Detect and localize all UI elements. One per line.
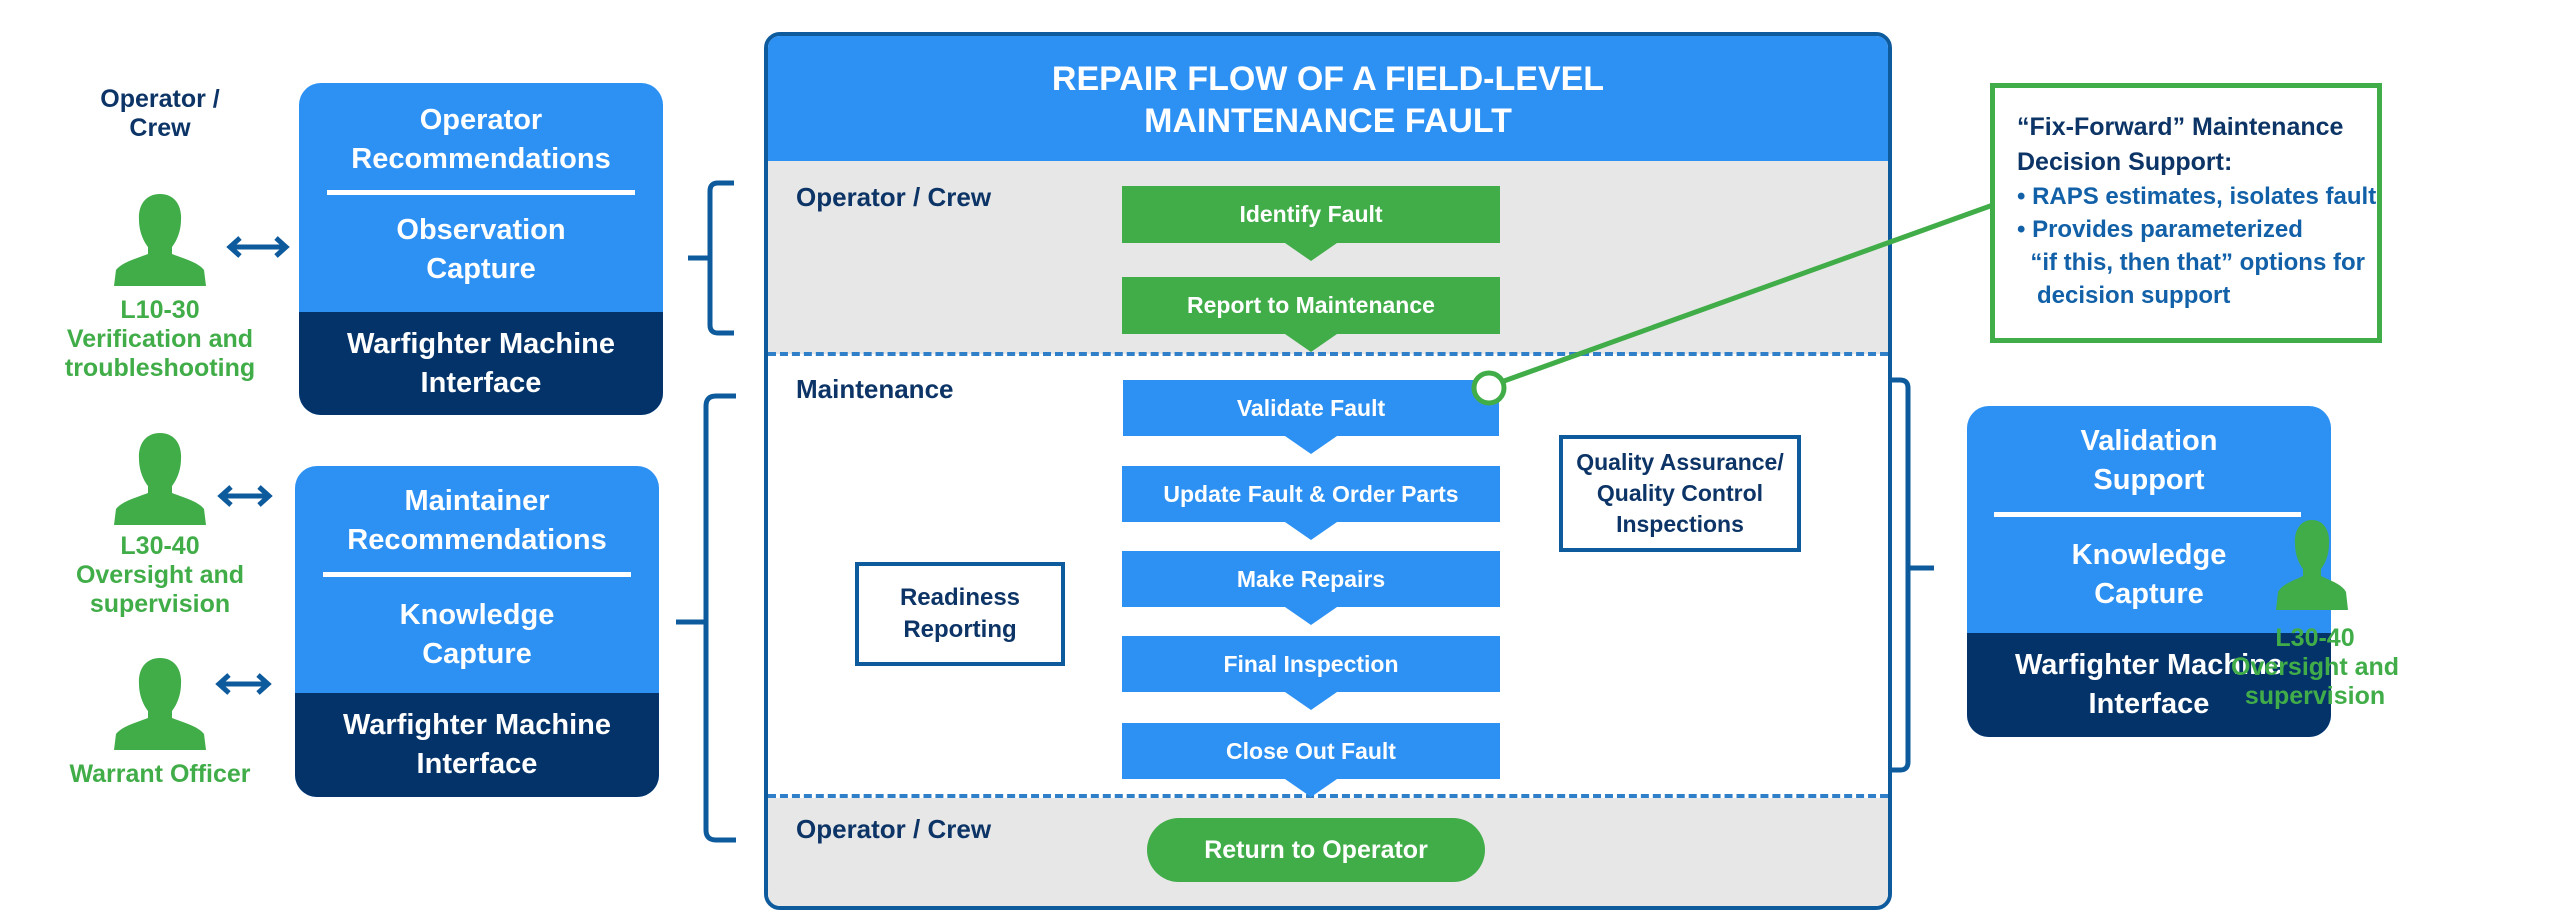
panel-divider	[1994, 512, 2301, 517]
person-icon	[2276, 520, 2348, 610]
lane-label-maintenance: Maintenance	[796, 374, 954, 404]
lane-label-operator-crew: Operator / Crew	[796, 814, 992, 844]
panel-title: Validation Support	[2080, 425, 2218, 496]
step-label: Validate Fault	[1236, 394, 1386, 421]
lane-divider	[768, 352, 1888, 356]
fix-forward-callout: “Fix-Forward” Maintenance Decision Suppo…	[1990, 83, 2382, 343]
readiness-reporting-box[interactable]: Readiness Reporting	[855, 562, 1065, 666]
role-l10-30: L10-30 Verification and troubleshooting	[64, 296, 256, 382]
role-l30-40-right: L30-40 Oversight and supervision	[2230, 624, 2400, 710]
step-pointer	[1285, 436, 1337, 454]
step-label: Close Out Fault	[1226, 737, 1396, 764]
repair-flow-title: REPAIR FLOW OF A FIELD-LEVEL MAINTENANCE…	[768, 36, 1888, 161]
callout-bullet: • RAPS estimates, isolates fault	[2017, 183, 2377, 210]
person-icon	[114, 658, 206, 750]
role-l30-40: L30-40 Oversight and supervision	[75, 532, 245, 618]
panel-operator-recommendations: Operator Recommendations Observation Cap…	[299, 83, 663, 415]
step-report-to-maintenance[interactable]: Report to Maintenance	[1122, 277, 1500, 352]
return-to-operator-button[interactable]: Return to Operator	[1147, 818, 1485, 882]
step-pointer	[1285, 779, 1337, 797]
panel-footer: Warfighter Machine Interface	[295, 693, 659, 797]
step-pointer	[1285, 607, 1337, 625]
step-label: Report to Maintenance	[1187, 292, 1435, 318]
panel-title: Maintainer Recommendations	[347, 485, 607, 556]
person-icon	[114, 194, 206, 286]
bracket-maintenance-left	[676, 393, 736, 843]
callout-bullet: • Provides parameterized “if this, then …	[2017, 216, 2365, 309]
callout-title: “Fix-Forward” Maintenance Decision Suppo…	[2017, 113, 2344, 176]
double-arrow-icon	[215, 673, 272, 695]
panel-maintainer-recommendations: Maintainer Recommendations Knowledge Cap…	[295, 466, 659, 797]
panel-title: Operator Recommendations	[351, 104, 611, 175]
step-close-out-fault[interactable]: Close Out Fault	[1122, 723, 1500, 797]
repair-flow-frame: REPAIR FLOW OF A FIELD-LEVEL MAINTENANCE…	[764, 32, 1892, 910]
panel-divider	[327, 190, 635, 195]
step-label: Identify Fault	[1239, 201, 1383, 227]
step-make-repairs[interactable]: Make Repairs	[1122, 551, 1500, 625]
step-label: Update Fault & Order Parts	[1163, 480, 1459, 507]
role-warrant-officer: Warrant Officer	[69, 760, 251, 788]
double-arrow-icon	[217, 485, 273, 507]
step-pointer	[1285, 243, 1337, 261]
panel-divider	[323, 572, 631, 577]
lane-label-operator-crew: Operator / Crew	[796, 182, 992, 212]
left-header-label: Operator / Crew	[100, 85, 220, 142]
double-arrow-icon	[226, 236, 290, 258]
step-identify-fault[interactable]: Identify Fault	[1122, 186, 1500, 261]
panel-subtitle: Observation Capture	[396, 214, 566, 285]
qa-qc-inspections-box[interactable]: Quality Assurance/ Quality Control Inspe…	[1559, 435, 1801, 552]
step-pointer	[1285, 692, 1337, 710]
step-pointer	[1285, 334, 1337, 352]
step-validate-fault[interactable]: Validate Fault	[1123, 380, 1499, 454]
person-icon	[114, 433, 206, 525]
step-label: Final Inspection	[1223, 650, 1399, 677]
step-final-inspection[interactable]: Final Inspection	[1122, 636, 1500, 710]
step-label: Make Repairs	[1236, 565, 1386, 592]
panel-footer: Warfighter Machine Interface	[299, 312, 663, 415]
bracket-operator-crew	[688, 180, 734, 336]
panel-subtitle: Knowledge Capture	[399, 599, 555, 670]
step-update-fault-order-parts[interactable]: Update Fault & Order Parts	[1122, 466, 1500, 540]
step-pointer	[1285, 522, 1337, 540]
